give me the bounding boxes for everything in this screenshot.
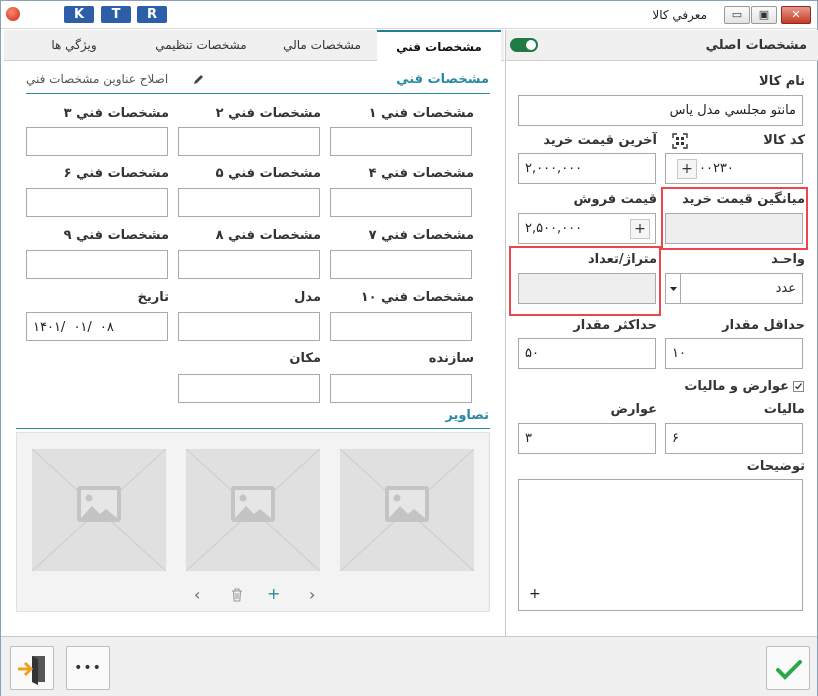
max-qty-field[interactable]: ۵۰ — [518, 338, 656, 369]
duty-field[interactable]: ۳ — [518, 423, 656, 454]
exit-icon — [18, 656, 45, 685]
spec-5-label: مشخصات فني ۵ — [215, 166, 321, 181]
desc-label: توضيحات — [746, 459, 805, 474]
title-bar: K T R معرفي كالا ▭ ▣ ✕ — [1, 1, 817, 29]
tab-features[interactable]: ويژگي ها — [24, 30, 124, 61]
window-title: معرفي كالا — [652, 8, 707, 22]
images-section-title: تصاوير — [445, 408, 489, 423]
sale-price-label: قيمت فروش — [573, 192, 657, 207]
tab-financial[interactable]: مشخصات مالي — [270, 30, 374, 61]
spec-10-field[interactable] — [330, 312, 472, 341]
meter-highlight — [509, 246, 661, 316]
code-label: كد كالا — [763, 133, 805, 148]
tabs-panel: مشخصات فني مشخصات مالي مشخصات تنظيمي ويژ… — [4, 30, 504, 636]
images-section-line — [16, 428, 490, 429]
spec-1-label: مشخصات فني ۱ — [368, 106, 474, 121]
location-label: مكان — [289, 351, 321, 366]
spec-2-field[interactable] — [178, 127, 320, 156]
maker-field[interactable] — [330, 374, 472, 403]
spec-4-label: مشخصات فني ۴ — [368, 166, 474, 181]
spec-9-field[interactable] — [26, 250, 168, 279]
last-price-label: آخرين قيمت خريد — [543, 133, 657, 148]
image-prev-button[interactable]: ‹ — [194, 585, 200, 604]
avg-price-highlight — [661, 187, 808, 250]
main-window: K T R معرفي كالا ▭ ▣ ✕ مشخصات اصلي نام ك… — [0, 0, 818, 696]
code-add-button[interactable]: + — [677, 159, 697, 179]
image-add-button[interactable]: + — [267, 584, 280, 603]
footer-bar: ••• — [1, 636, 817, 696]
desc-add-button[interactable]: + — [529, 586, 541, 602]
exit-button[interactable] — [10, 646, 54, 690]
date-label: تاريخ — [137, 290, 170, 305]
close-button[interactable]: ✕ — [781, 6, 811, 24]
spec-7-field[interactable] — [330, 250, 472, 279]
unit-label: واحـد — [771, 252, 805, 267]
duties-checkbox[interactable] — [793, 381, 804, 392]
image-placeholder-1[interactable] — [339, 448, 475, 572]
maximize-button[interactable]: ▣ — [751, 6, 777, 24]
spec-8-label: مشخصات فني ۸ — [215, 228, 321, 243]
minimize-button[interactable]: ▭ — [724, 6, 750, 24]
spec-10-label: مشخصات فني ۱۰ — [360, 290, 474, 305]
min-qty-field[interactable]: ۱۰ — [665, 338, 803, 369]
spec-1-field[interactable] — [330, 127, 472, 156]
desc-field[interactable] — [518, 479, 803, 611]
spec-6-field[interactable] — [26, 188, 168, 217]
tab-settings[interactable]: مشخصات تنظيمي — [136, 30, 266, 61]
maker-label: سازنده — [428, 351, 474, 366]
barcode-icon[interactable] — [672, 133, 688, 149]
unit-dropdown-arrow[interactable] — [666, 273, 681, 304]
duty-label: عوارض — [610, 402, 657, 417]
last-price-field[interactable]: ۲,۰۰۰,۰۰۰ — [518, 153, 656, 184]
date-field[interactable]: ۱۴۰۱/ ۰۱/ ۰۸ — [26, 312, 168, 341]
edit-titles-link[interactable]: اصلاح عناوين مشخصات فني — [26, 72, 206, 90]
edit-titles-label: اصلاح عناوين مشخصات فني — [26, 72, 169, 86]
spec-4-field[interactable] — [330, 188, 472, 217]
spec-2-label: مشخصات فني ۲ — [215, 106, 321, 121]
checkmark-icon — [776, 660, 802, 680]
app-logo-icon — [6, 7, 20, 21]
main-specs-toggle[interactable] — [510, 38, 538, 52]
image-placeholder-3[interactable] — [31, 448, 167, 572]
t-button[interactable]: T — [101, 6, 131, 23]
spec-3-field[interactable] — [26, 127, 168, 156]
max-qty-label: حداكثر مقدار — [573, 318, 657, 333]
images-gallery: ‹ + › — [16, 432, 490, 612]
tab-technical[interactable]: مشخصات فني — [377, 30, 501, 62]
spec-7-label: مشخصات فني ۷ — [368, 228, 474, 243]
image-delete-icon[interactable] — [231, 588, 243, 602]
r-button[interactable]: R — [137, 6, 167, 23]
duties-checkbox-label: عوارض و ماليات — [684, 379, 789, 394]
name-label: نام كالا — [759, 74, 805, 89]
main-specs-panel: مشخصات اصلي نام كالا مانتو مجلسي مدل ياس… — [505, 30, 818, 636]
spec-8-field[interactable] — [178, 250, 320, 279]
name-field[interactable]: مانتو مجلسي مدل ياس — [518, 95, 803, 126]
image-next-button[interactable]: › — [309, 585, 315, 604]
technical-section-line — [26, 93, 490, 94]
tab-bar: مشخصات فني مشخصات مالي مشخصات تنظيمي ويژ… — [4, 30, 504, 62]
min-qty-label: حداقل مقدار — [722, 318, 805, 333]
sale-price-add-button[interactable]: + — [630, 219, 650, 239]
image-placeholder-2[interactable] — [185, 448, 321, 572]
more-button[interactable]: ••• — [66, 646, 110, 690]
k-button[interactable]: K — [64, 6, 94, 23]
model-field[interactable] — [178, 312, 320, 341]
spec-6-label: مشخصات فني ۶ — [63, 166, 169, 181]
model-label: مدل — [294, 290, 321, 305]
ok-button[interactable] — [766, 646, 810, 690]
location-field[interactable] — [178, 374, 320, 403]
tax-field[interactable]: ۶ — [665, 423, 803, 454]
spec-3-label: مشخصات فني ۳ — [63, 106, 169, 121]
technical-section-title: مشخصات فني — [396, 72, 489, 87]
unit-select[interactable]: عدد — [665, 273, 803, 304]
pencil-icon — [194, 75, 203, 84]
spec-5-field[interactable] — [178, 188, 320, 217]
tax-label: ماليات — [763, 402, 805, 417]
main-specs-title: مشخصات اصلي — [705, 38, 807, 53]
spec-9-label: مشخصات فني ۹ — [63, 228, 169, 243]
